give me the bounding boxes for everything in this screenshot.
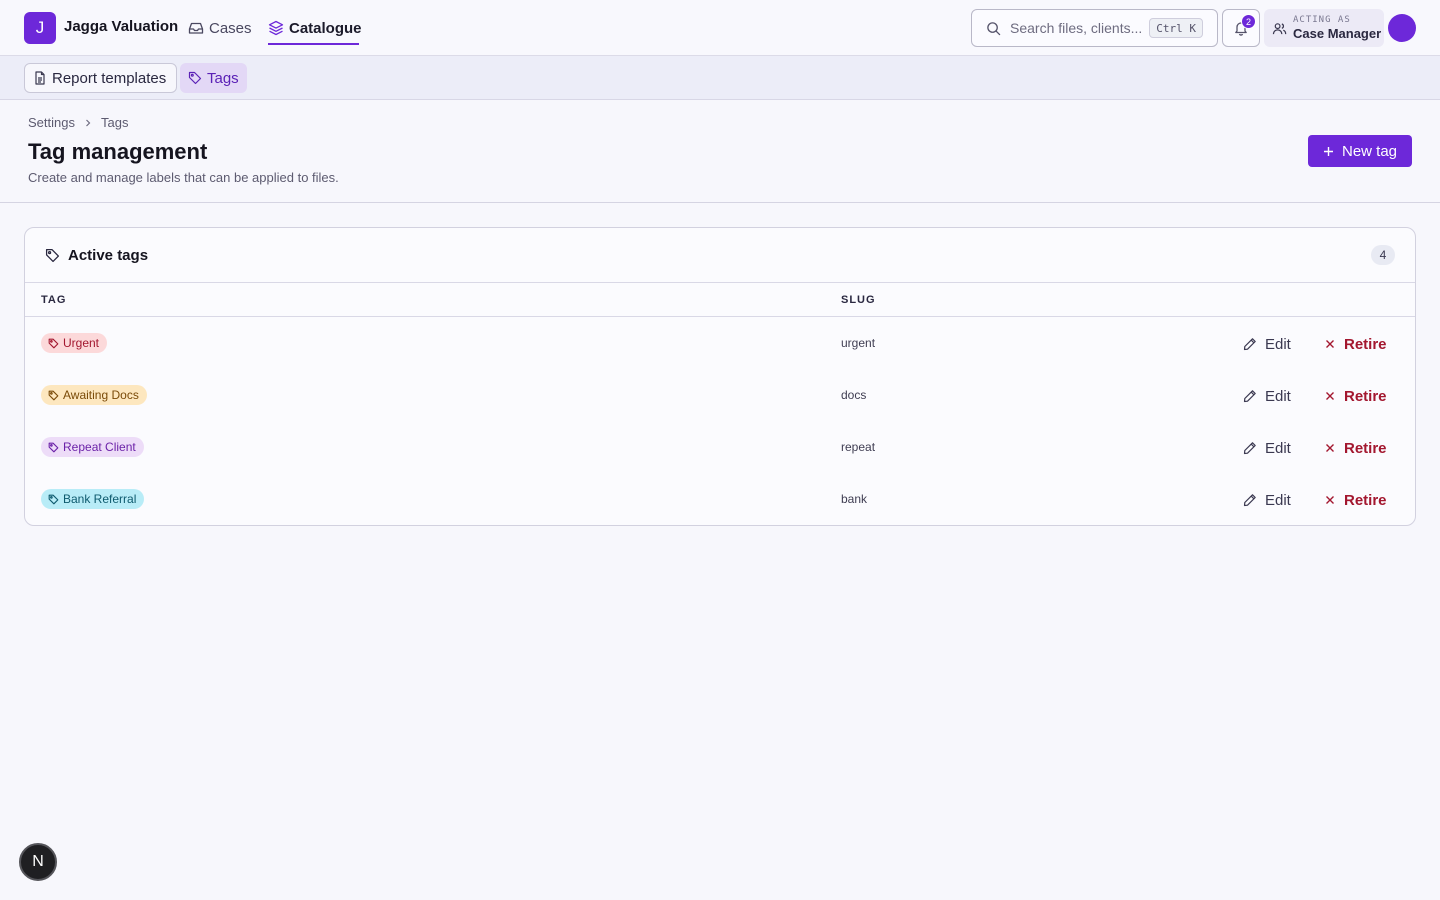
breadcrumb-settings[interactable]: Settings — [28, 115, 75, 130]
table-row: Urgent urgent Edit Retire — [25, 317, 1415, 369]
new-tag-button[interactable]: New tag — [1308, 135, 1412, 167]
edit-label: Edit — [1265, 387, 1291, 405]
brand-name[interactable]: Jagga Valuation — [64, 18, 178, 35]
card-header: Active tags 4 — [25, 228, 1415, 283]
acting-as-role: Case Manager — [1293, 26, 1382, 41]
chevron-right-icon — [83, 118, 93, 128]
nav-cases-label: Cases — [209, 19, 252, 37]
retire-tag-button[interactable]: Retire — [1325, 385, 1387, 407]
avatar[interactable] — [1388, 14, 1416, 42]
retire-label: Retire — [1344, 439, 1387, 457]
retire-label: Retire — [1344, 491, 1387, 509]
top-bar: J Jagga Valuation Cases Catalogue Search… — [0, 0, 1440, 56]
tag-pill[interactable]: Urgent — [41, 333, 108, 353]
tag-pill[interactable]: Repeat Client — [41, 437, 144, 457]
retire-tag-button[interactable]: Retire — [1325, 489, 1387, 511]
edit-label: Edit — [1265, 439, 1291, 457]
pencil-icon — [1243, 337, 1257, 351]
tag-slug: urgent — [841, 336, 876, 350]
tag-icon — [48, 494, 59, 505]
tag-pill[interactable]: Awaiting Docs — [41, 385, 147, 405]
active-nav-indicator — [268, 43, 359, 45]
tag-pill[interactable]: Bank Referral — [41, 489, 145, 509]
column-header-tag: TAG — [41, 294, 67, 306]
page-subtitle: Create and manage labels that can be app… — [28, 170, 339, 185]
acting-as-label: ACTING AS — [1293, 15, 1351, 25]
search-input[interactable]: Search files, clients... Ctrl K — [971, 9, 1218, 47]
close-icon — [1325, 443, 1335, 453]
notifications-button[interactable]: 2 — [1222, 9, 1260, 47]
search-placeholder: Search files, clients... — [1010, 20, 1143, 36]
app-logo[interactable]: J — [24, 12, 56, 44]
notification-count-badge: 2 — [1241, 14, 1256, 29]
tag-icon — [48, 390, 59, 401]
tag-name: Bank Referral — [63, 492, 137, 506]
edit-tag-button[interactable]: Edit — [1243, 385, 1291, 407]
dev-tools-button[interactable]: N — [19, 843, 57, 881]
tag-icon — [48, 338, 59, 349]
retire-tag-button[interactable]: Retire — [1325, 437, 1387, 459]
active-tags-card: Active tags 4 TAG SLUG Urgent urgent Edit R… — [24, 227, 1416, 526]
tag-count-badge: 4 — [1371, 245, 1395, 265]
pencil-icon — [1243, 493, 1257, 507]
edit-tag-button[interactable]: Edit — [1243, 489, 1291, 511]
tag-icon — [48, 442, 59, 453]
acting-as-switcher[interactable]: ACTING AS Case Manager — [1264, 9, 1384, 47]
close-icon — [1325, 391, 1335, 401]
edit-tag-button[interactable]: Edit — [1243, 333, 1291, 355]
search-shortcut: Ctrl K — [1149, 18, 1203, 38]
tag-slug: bank — [841, 492, 868, 506]
retire-label: Retire — [1344, 387, 1387, 405]
document-icon — [33, 71, 47, 85]
retire-label: Retire — [1344, 335, 1387, 353]
tag-name: Urgent — [63, 336, 100, 350]
tab-tags[interactable]: Tags — [180, 63, 247, 93]
plus-icon — [1323, 146, 1334, 157]
table-row: Awaiting Docs docs Edit Retire — [25, 369, 1415, 421]
tag-icon — [45, 248, 60, 263]
inbox-icon — [188, 20, 204, 36]
tag-name: Repeat Client — [63, 440, 136, 454]
pencil-icon — [1243, 389, 1257, 403]
edit-tag-button[interactable]: Edit — [1243, 437, 1291, 459]
layers-icon — [268, 20, 284, 36]
new-tag-label: New tag — [1341, 142, 1398, 160]
breadcrumb-tags: Tags — [100, 115, 129, 130]
tab-report-templates[interactable]: Report templates — [24, 63, 177, 93]
tag-icon — [188, 71, 202, 85]
retire-tag-button[interactable]: Retire — [1325, 333, 1387, 355]
column-header-slug: SLUG — [841, 294, 876, 306]
edit-label: Edit — [1265, 491, 1291, 509]
tag-slug: docs — [841, 388, 867, 402]
pencil-icon — [1243, 441, 1257, 455]
tag-slug: repeat — [841, 440, 876, 454]
table-row: Bank Referral bank Edit Retire — [25, 473, 1415, 525]
users-icon — [1272, 21, 1287, 36]
close-icon — [1325, 495, 1335, 505]
breadcrumb: Settings Tags — [28, 115, 128, 130]
tag-name: Awaiting Docs — [63, 388, 139, 402]
card-title: Active tags — [68, 247, 149, 264]
catalogue-subnav: Report templates Tags — [0, 56, 1440, 100]
table-header: TAG SLUG — [25, 283, 1415, 317]
tab-tags-label: Tags — [207, 69, 239, 87]
search-icon — [986, 21, 1001, 36]
edit-label: Edit — [1265, 335, 1291, 353]
header-divider — [0, 202, 1440, 203]
nav-catalogue-label: Catalogue — [289, 19, 362, 37]
close-icon — [1325, 339, 1335, 349]
table-row: Repeat Client repeat Edit Retire — [25, 421, 1415, 473]
page-title: Tag management — [28, 139, 208, 164]
nav-catalogue[interactable]: Catalogue — [268, 17, 362, 39]
nav-cases[interactable]: Cases — [188, 17, 252, 39]
tab-report-templates-label: Report templates — [52, 69, 167, 87]
